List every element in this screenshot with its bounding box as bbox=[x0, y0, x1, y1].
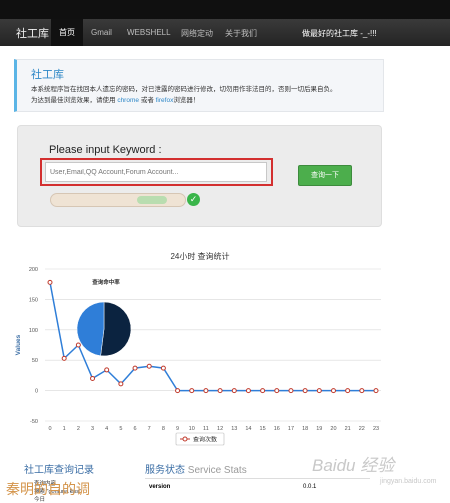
intro-browser-prefix: 为达到最佳浏览效果，请使用 bbox=[31, 97, 116, 104]
x-tick-label: 9 bbox=[176, 426, 179, 432]
stats-key: version bbox=[149, 484, 171, 490]
stats-value: 0.0.1 bbox=[303, 484, 317, 490]
data-point[interactable] bbox=[118, 381, 124, 387]
pie-title: 查询命中率 bbox=[92, 278, 120, 286]
x-tick-label: 3 bbox=[91, 426, 94, 432]
data-point[interactable] bbox=[146, 363, 152, 369]
nav-item-about[interactable]: 关于我们 bbox=[225, 28, 257, 39]
data-point[interactable] bbox=[217, 388, 223, 394]
nav-brand[interactable]: 社工库 bbox=[16, 25, 49, 41]
stats-table: version 0.0.1 bbox=[145, 478, 370, 490]
progress-bar bbox=[50, 193, 186, 207]
data-point[interactable] bbox=[75, 342, 81, 348]
stats-title: 服务状态 Service Stats bbox=[145, 461, 247, 476]
x-tick-label: 15 bbox=[260, 426, 266, 432]
x-tick-label: 10 bbox=[189, 426, 195, 432]
intro-browser-note: 为达到最佳浏览效果，请使用 chrome 或者 firefox浏览器！ bbox=[31, 94, 199, 104]
corner-watermark: 秦明的自的调 bbox=[6, 481, 90, 497]
y-tick-label: 100 bbox=[29, 328, 38, 334]
x-tick-label: 4 bbox=[105, 426, 108, 432]
y-tick-label: 50 bbox=[32, 358, 38, 364]
intro-title: 社工库 bbox=[31, 69, 64, 81]
nav-item-webshell[interactable]: WEBSHELL bbox=[127, 28, 171, 37]
search-panel: Please input Keyword : 查询一下 ✓ bbox=[17, 125, 382, 227]
pie-slice[interactable] bbox=[100, 301, 132, 357]
search-button[interactable]: 查询一下 bbox=[298, 165, 352, 186]
intro-panel: 社工库 本系统程序旨在找回本人遗忘的密码，对已泄露的密码进行修改，切勿用作非法目… bbox=[14, 59, 384, 112]
data-point[interactable] bbox=[104, 367, 110, 373]
x-tick-label: 22 bbox=[359, 426, 365, 432]
progress-knob bbox=[137, 196, 167, 204]
x-tick-label: 5 bbox=[119, 426, 122, 432]
intro-browser-suffix: 浏览器！ bbox=[173, 97, 200, 104]
query-stats-chart: 24小时 查询统计 Values -50050100150200 0123456… bbox=[15, 251, 381, 446]
x-tick-label: 1 bbox=[63, 426, 66, 432]
x-tick-label: 19 bbox=[316, 426, 322, 432]
data-point[interactable] bbox=[231, 388, 237, 394]
search-input[interactable] bbox=[45, 162, 267, 182]
chart-legend[interactable]: 查询次数 bbox=[175, 432, 225, 446]
nav-slogan: 做最好的社工库 -_-!!! bbox=[302, 29, 377, 38]
x-tick-label: 0 bbox=[48, 426, 51, 432]
data-point[interactable] bbox=[330, 388, 336, 394]
y-tick-label: 0 bbox=[35, 389, 38, 395]
x-tick-label: 21 bbox=[345, 426, 351, 432]
data-point[interactable] bbox=[189, 388, 195, 394]
data-point[interactable] bbox=[260, 388, 266, 394]
chart-y-axis-label: Values bbox=[15, 334, 22, 355]
x-tick-label: 18 bbox=[302, 426, 308, 432]
y-tick-label: 200 bbox=[29, 267, 38, 273]
x-tick-label: 12 bbox=[217, 426, 223, 432]
data-point[interactable] bbox=[132, 365, 138, 371]
x-tick-label: 11 bbox=[203, 426, 209, 432]
x-tick-label: 23 bbox=[373, 426, 379, 432]
data-point[interactable] bbox=[245, 388, 251, 394]
data-point[interactable] bbox=[47, 279, 53, 285]
data-point[interactable] bbox=[203, 388, 209, 394]
records-title: 社工库查询记录 bbox=[24, 465, 94, 476]
x-tick-label: 13 bbox=[231, 426, 237, 432]
data-point[interactable] bbox=[61, 355, 67, 361]
y-tick-label: -50 bbox=[30, 419, 38, 425]
navbar: 社工库 首页 Gmail WEBSHELL 网络定动 关于我们 做最好的社工库 … bbox=[0, 19, 450, 46]
x-tick-label: 8 bbox=[162, 426, 165, 432]
y-tick-label: 150 bbox=[29, 297, 38, 303]
stats-title-cn: 服务状态 bbox=[145, 465, 185, 476]
nav-item-home[interactable]: 首页 bbox=[51, 19, 83, 46]
data-point[interactable] bbox=[160, 365, 166, 371]
data-point[interactable] bbox=[316, 388, 322, 394]
top-bar bbox=[0, 0, 450, 19]
intro-disclaimer: 本系统程序旨在找回本人遗忘的密码，对已泄露的密码进行修改，切勿用作非法目的，否则… bbox=[31, 86, 337, 93]
intro-browser-mid: 或者 bbox=[140, 97, 154, 104]
check-circle-icon: ✓ bbox=[187, 193, 200, 206]
baidu-watermark: Baidu 经验 bbox=[312, 456, 395, 475]
chart-title: 24小时 查询统计 bbox=[170, 251, 229, 261]
data-point[interactable] bbox=[90, 375, 96, 381]
nav-item-network[interactable]: 网络定动 bbox=[181, 28, 213, 39]
firefox-link[interactable]: firefox bbox=[156, 97, 174, 104]
baidu-watermark-url: jingyan.baidu.com bbox=[380, 478, 437, 485]
pie-slice[interactable] bbox=[76, 301, 105, 357]
nav-item-gmail[interactable]: Gmail bbox=[91, 28, 112, 37]
data-point[interactable] bbox=[373, 388, 379, 394]
data-point[interactable] bbox=[288, 388, 294, 394]
stats-title-en: Service Stats bbox=[187, 465, 247, 476]
x-tick-label: 14 bbox=[245, 426, 251, 432]
data-point[interactable] bbox=[359, 388, 365, 394]
data-point[interactable] bbox=[345, 388, 351, 394]
legend-label: 查询次数 bbox=[193, 436, 217, 444]
x-tick-label: 6 bbox=[134, 426, 137, 432]
search-heading: Please input Keyword : bbox=[49, 144, 162, 156]
data-point[interactable] bbox=[302, 388, 308, 394]
x-tick-label: 17 bbox=[288, 426, 294, 432]
x-tick-label: 16 bbox=[274, 426, 280, 432]
data-point[interactable] bbox=[175, 388, 181, 394]
chrome-link[interactable]: chrome bbox=[117, 97, 139, 104]
x-tick-label: 20 bbox=[330, 426, 336, 432]
x-tick-label: 7 bbox=[148, 426, 151, 432]
data-point[interactable] bbox=[274, 388, 280, 394]
x-tick-label: 2 bbox=[77, 426, 80, 432]
